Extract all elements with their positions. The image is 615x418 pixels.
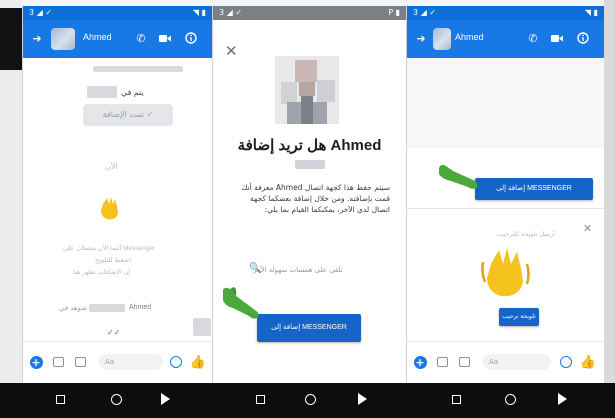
seen-check-icon: ✓✓	[107, 328, 121, 337]
message-text: يتم في	[121, 88, 144, 97]
info-text-3: إن الإضافات تظهر هنا	[73, 269, 131, 276]
phone-screen-add-dialog: 3 ◢ ✓ P ▮ ✕ هل تريد إضافة Ahmed سيتم حفظ…	[212, 6, 406, 384]
camera-icon[interactable]	[51, 355, 65, 369]
phone-screen-chat-after: 3 ◢ ✓ ◥ ▮ ➜ Ahmed ✆ إضافة إلى MESSENGER …	[406, 6, 604, 384]
timestamp: الآن	[105, 162, 118, 171]
divider	[407, 208, 604, 209]
close-icon[interactable]: ✕	[583, 222, 592, 235]
phone-icon[interactable]: ✆	[133, 30, 149, 46]
message-input[interactable]: Aa	[99, 354, 163, 370]
info-icon[interactable]	[183, 30, 199, 46]
add-to-messenger-button[interactable]: إضافة إلى MESSENGER	[475, 178, 593, 200]
back-arrow-icon[interactable]: ➜	[29, 30, 45, 46]
back-icon[interactable]	[355, 392, 369, 406]
blurred-name	[89, 304, 125, 312]
emoji-icon[interactable]	[169, 355, 183, 369]
back-arrow-icon[interactable]: ➜	[413, 30, 429, 46]
recents-icon[interactable]	[53, 392, 67, 406]
message-input[interactable]: Aa	[483, 354, 551, 370]
blurred-text	[93, 66, 183, 72]
back-icon[interactable]	[158, 392, 172, 406]
status-left: 3 ◢ ✓	[413, 8, 437, 17]
home-icon[interactable]	[109, 392, 123, 406]
phone-screen-chat-before: 3 ◢ ✓ ◥ ▮ ➜ Ahmed ✆ يتم في تمت الإضافة ✓…	[22, 6, 212, 384]
add-to-messenger-button[interactable]: إضافة إلى MESSENGER	[257, 314, 361, 342]
phone-icon[interactable]: ✆	[525, 30, 541, 46]
message-list: يتم في تمت الإضافة ✓ الآن أنتما الآن متص…	[23, 58, 212, 342]
video-icon[interactable]	[157, 30, 173, 46]
status-right: P ▮	[388, 8, 400, 17]
contact-name[interactable]: Ahmed	[455, 32, 484, 42]
back-icon[interactable]	[555, 392, 569, 406]
contact-name[interactable]: Ahmed	[83, 32, 112, 42]
gallery-icon[interactable]	[73, 355, 87, 369]
blurred-avatar	[87, 86, 117, 98]
info-text-1: أنتما الآن متصلان على Messenger	[63, 245, 156, 252]
status-bar: 3 ◢ ✓ ◥ ▮	[23, 6, 212, 20]
info-text-2: اضغط للتلويح	[95, 257, 132, 264]
thumbs-up-icon[interactable]: 👍	[190, 355, 206, 370]
message-composer: + Aa 👍	[407, 341, 604, 384]
waving-hand-icon[interactable]	[479, 244, 531, 300]
status-right: ◥ ▮	[584, 8, 598, 17]
emoji-icon[interactable]	[559, 355, 573, 369]
status-right: ◥ ▮	[192, 8, 206, 17]
search-hint: تلقي على همسات سهولة الأمر	[253, 266, 343, 274]
chat-header: ➜ Ahmed ✆	[407, 20, 604, 58]
pointing-hand-icon	[439, 164, 478, 189]
plus-icon[interactable]: +	[413, 355, 427, 369]
contact-photo	[275, 56, 339, 124]
status-left: 3 ◢ ✓	[29, 8, 53, 17]
left-edge-dark-block	[0, 8, 22, 70]
chat-header: ➜ Ahmed ✆	[23, 20, 212, 58]
info-icon[interactable]	[575, 30, 591, 46]
status-left: 3 ◢ ✓	[219, 8, 243, 17]
seen-label: شوهد في	[59, 305, 87, 312]
home-icon[interactable]	[303, 392, 317, 406]
dialog-body: سيتم حفظ هذا كجهة اتصال Ahmed معرفة أنك …	[241, 183, 390, 214]
waving-hand-icon[interactable]	[97, 194, 123, 222]
contact-avatar[interactable]	[51, 28, 75, 50]
thumbs-up-icon[interactable]: 👍	[580, 355, 596, 370]
blurred-thumb	[193, 318, 211, 336]
message-list: إضافة إلى MESSENGER أرسل تلويحة للترحيب …	[407, 58, 604, 342]
blurred-header-area	[407, 58, 604, 148]
plus-icon[interactable]: +	[29, 355, 43, 369]
gallery-icon[interactable]	[457, 355, 471, 369]
added-button[interactable]: تمت الإضافة ✓	[83, 104, 173, 126]
right-edge	[604, 0, 615, 418]
status-bar: 3 ◢ ✓ ◥ ▮	[407, 6, 604, 20]
home-icon[interactable]	[503, 392, 517, 406]
left-edge	[0, 0, 22, 418]
message-composer: + Aa 👍	[23, 341, 212, 384]
wave-button[interactable]: تلويحة ترحيب	[499, 308, 539, 326]
wave-caption: أرسل تلويحة للترحيب	[497, 231, 555, 238]
status-bar: 3 ◢ ✓ P ▮	[213, 6, 406, 20]
dialog-title: هل تريد إضافة Ahmed	[237, 137, 382, 154]
pointing-hand-icon	[223, 287, 259, 319]
close-icon[interactable]: ✕	[225, 42, 238, 60]
seen-name: Ahmed	[129, 304, 152, 311]
video-icon[interactable]	[549, 30, 565, 46]
recents-icon[interactable]	[253, 392, 267, 406]
camera-icon[interactable]	[435, 355, 449, 369]
contact-avatar[interactable]	[433, 28, 451, 50]
recents-icon[interactable]	[449, 392, 463, 406]
blurred-subtitle	[295, 160, 325, 169]
